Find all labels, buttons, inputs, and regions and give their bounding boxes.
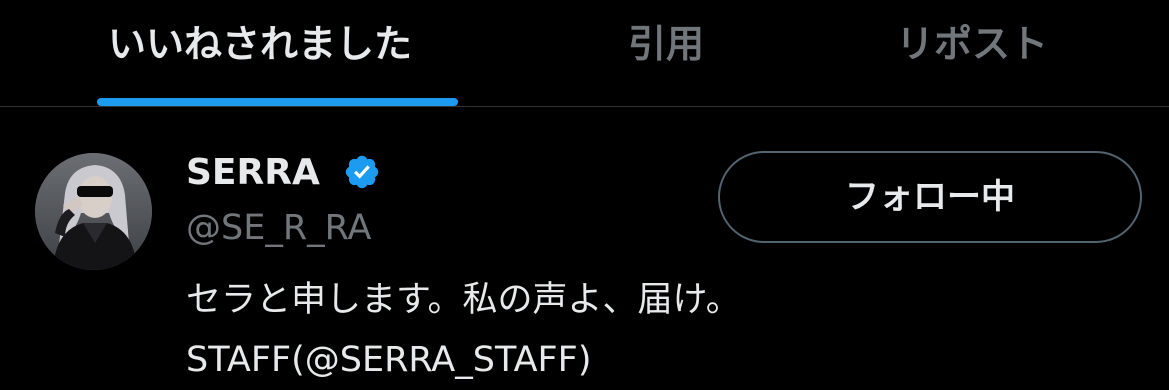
tab-liked-by[interactable]: いいねされました bbox=[108, 14, 412, 74]
verified-badge-icon bbox=[345, 155, 379, 189]
active-tab-indicator bbox=[97, 98, 458, 106]
user-avatar-photo bbox=[35, 153, 152, 270]
avatar[interactable] bbox=[35, 153, 152, 270]
following-button[interactable]: フォロー中 bbox=[718, 151, 1142, 243]
tab-quotes[interactable]: 引用 bbox=[628, 14, 704, 74]
bio-line: STAFF(@SERRA_STAFF) bbox=[186, 340, 592, 380]
tab-reposts[interactable]: リポスト bbox=[896, 14, 1048, 74]
user-bio: セラと申します。私の声よ、届け。 STAFF(@SERRA_STAFF) bbox=[186, 270, 1146, 390]
divider bbox=[0, 106, 1169, 107]
user-handle[interactable]: @SE_R_RA bbox=[186, 203, 372, 253]
tab-bar: いいねされました 引用 リポスト bbox=[0, 0, 1169, 106]
bio-line: セラと申します。私の声よ、届け。 bbox=[186, 280, 741, 320]
display-name[interactable]: SERRA bbox=[186, 148, 320, 198]
